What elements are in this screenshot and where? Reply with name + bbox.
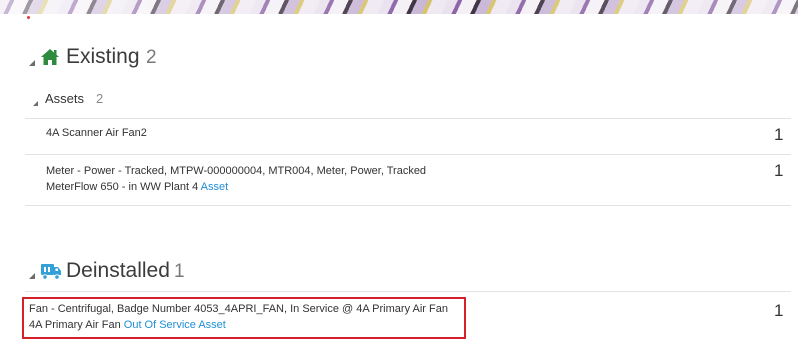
home-icon [40,47,60,67]
asset-description-line2: MeterFlow 650 - in WW Plant 4 Asset [46,179,228,195]
existing-title: Existing [66,45,140,68]
assets-collapse-toggle[interactable] [33,101,38,106]
asset-description: 4A Scanner Air Fan2 [46,127,147,139]
assets-group-count: 2 [96,91,104,106]
notification-dot [27,16,30,19]
existing-collapse-toggle[interactable] [29,60,35,66]
deinstalled-title: Deinstalled [66,259,170,282]
asset-link[interactable]: Asset [201,181,229,193]
truck-icon [40,261,62,281]
existing-count: 2 [146,47,157,68]
asset-quantity: 1 [774,125,784,144]
assets-group-title: Assets [45,91,85,106]
highlight-box [22,297,466,339]
divider [25,291,791,292]
deinstalled-count: 1 [174,261,185,282]
divider [25,205,791,206]
deinstalled-quantity: 1 [774,301,784,320]
divider [25,154,791,155]
asset-location: MeterFlow 650 - in WW Plant 4 [46,181,199,193]
asset-description-line1: Meter - Power - Tracked, MTPW-000000004,… [46,165,427,177]
deinstalled-collapse-toggle[interactable] [29,273,35,279]
header-banner-fade [0,0,798,14]
divider [25,118,791,119]
asset-quantity: 1 [774,161,784,180]
